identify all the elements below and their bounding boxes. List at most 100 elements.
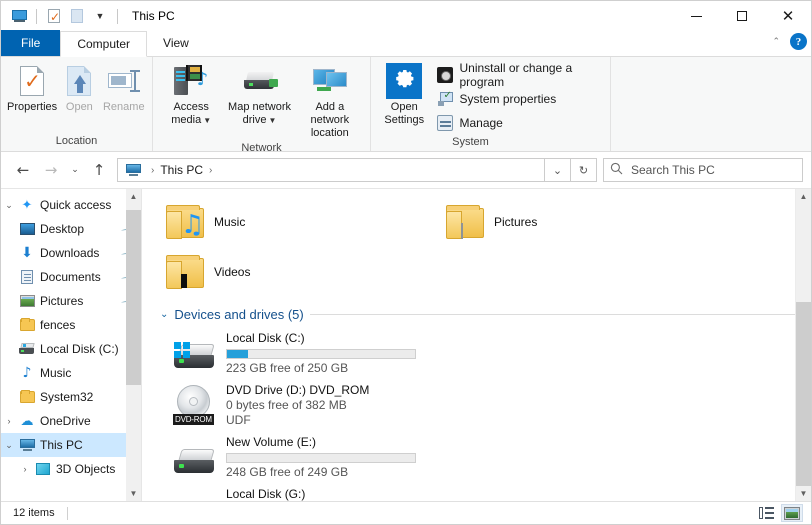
list-item-dvd-drive-d[interactable]: DVD-ROM DVD Drive (D:) DVD_ROM 0 bytes f… — [156, 379, 446, 431]
chevron-down-icon[interactable]: ⌄ — [1, 200, 17, 211]
large-icons-view-button[interactable] — [781, 504, 803, 522]
tab-file[interactable]: File — [1, 30, 61, 56]
nav-tree: ⌄ ✦ Quick access Desktop 📌 ⬇ Downloads 📌 — [1, 189, 141, 481]
hard-drive-icon-e — [172, 437, 218, 477]
back-button[interactable]: ← — [9, 157, 37, 183]
content-scroll-thumb[interactable] — [796, 302, 811, 486]
sidebar-label-system32: System32 — [40, 390, 94, 404]
ribbon-group-location: ✓ Properties Open Rename Location — [1, 57, 153, 151]
sidebar-scrollbar[interactable]: ▲ ▼ — [126, 189, 141, 501]
list-item-music-folder[interactable]: ♫ Music — [152, 197, 432, 247]
list-item-videos-folder[interactable]: Videos — [152, 247, 432, 297]
properties-doc-icon[interactable]: ✓ — [44, 6, 64, 26]
sidebar-scroll-up-icon[interactable]: ▲ — [126, 189, 141, 204]
videos-folder-icon — [166, 255, 206, 289]
breadcrumb-separator-2[interactable]: › — [203, 165, 218, 176]
content-scroll-track[interactable] — [796, 204, 811, 486]
sidebar-item-quick-access[interactable]: ⌄ ✦ Quick access — [1, 193, 141, 217]
list-item-local-disk-c[interactable]: Local Disk (C:) 223 GB free of 250 GB — [156, 327, 446, 379]
devices-and-drives-label: Devices and drives (5) — [174, 306, 304, 322]
drive-name-c: Local Disk (C:) — [226, 330, 305, 345]
ribbon: ✓ Properties Open Rename Location ♪ Acce… — [1, 57, 811, 154]
list-item-pictures-folder[interactable]: Pictures — [432, 197, 712, 247]
new-folder-icon[interactable] — [67, 6, 87, 26]
drive-free-e: 248 GB free of 249 GB — [226, 464, 349, 479]
hard-drive-icon-g — [172, 489, 218, 501]
sidebar-item-pictures[interactable]: Pictures 📌 — [1, 289, 141, 313]
breadcrumb[interactable]: › This PC › — [117, 158, 545, 182]
breadcrumb-this-pc[interactable]: This PC — [160, 163, 203, 177]
ribbon-group-label-location: Location — [55, 135, 98, 147]
uninstall-or-change-program-button[interactable]: Uninstall or change a program — [433, 61, 604, 89]
rename-button[interactable]: Rename — [102, 61, 146, 114]
pictures-folder-icon — [446, 205, 486, 239]
sidebar-item-local-disk-c[interactable]: Local Disk (C:) — [1, 337, 141, 361]
customize-caret-icon[interactable]: ▼ — [90, 6, 110, 26]
sidebar-item-documents[interactable]: Documents 📌 — [1, 265, 141, 289]
sidebar-item-3d-objects[interactable]: › 3D Objects — [1, 457, 141, 481]
list-item-local-disk-g[interactable]: Local Disk (G:) 249 GB free of 250 GB — [156, 483, 446, 501]
sidebar-item-fences[interactable]: fences — [1, 313, 141, 337]
list-item-new-volume-e[interactable]: New Volume (E:) 248 GB free of 249 GB — [156, 431, 446, 483]
chevron-down-icon-group[interactable]: ⌄ — [160, 309, 168, 320]
sidebar-item-system32[interactable]: System32 — [1, 385, 141, 409]
system-properties-button[interactable]: ✓ System properties — [433, 88, 604, 110]
address-dropdown-button[interactable]: ⌄ — [545, 158, 571, 182]
maximize-button[interactable] — [719, 1, 765, 31]
recent-locations-button[interactable]: ⌄ — [65, 157, 85, 183]
content-scrollbar[interactable]: ▲ ▼ — [795, 189, 811, 501]
help-icon[interactable]: ? — [790, 33, 807, 50]
devices-and-drives-header[interactable]: ⌄ Devices and drives (5) — [160, 303, 811, 325]
content-scroll-up-icon[interactable]: ▲ — [796, 189, 811, 204]
file-explorer-window: ✓ ▼ This PC ✕ File Computer View ⌃ ? ✓ P… — [0, 0, 812, 525]
this-pc-icon-2 — [17, 439, 37, 451]
up-button[interactable]: ↑ — [85, 157, 113, 183]
drive-name-e: New Volume (E:) — [226, 434, 317, 449]
pictures-folder-label: Pictures — [494, 215, 538, 229]
file-list-pane: ♫ Music Pictures Videos ⌄ Devices and dr… — [142, 189, 811, 501]
sidebar-scroll-track[interactable] — [126, 204, 141, 486]
monitor-icon[interactable] — [9, 6, 29, 26]
refresh-button[interactable]: ↻ — [571, 158, 597, 182]
sidebar-scroll-down-icon[interactable]: ▼ — [126, 486, 141, 501]
add-network-location-button[interactable]: Add a network location — [296, 61, 364, 140]
minimize-button[interactable] — [673, 1, 719, 31]
sidebar-item-desktop[interactable]: Desktop 📌 — [1, 217, 141, 241]
sidebar-item-this-pc[interactable]: ⌄ This PC — [1, 433, 141, 457]
access-media-button[interactable]: ♪ Access media ▼ — [159, 61, 223, 127]
manage-button[interactable]: Manage — [433, 112, 604, 134]
chevron-down-icon-2[interactable]: ⌄ — [1, 440, 17, 451]
downloads-icon: ⬇ — [21, 245, 33, 261]
search-input[interactable]: Search This PC — [603, 158, 803, 182]
search-icon — [610, 162, 623, 178]
open-settings-button[interactable]: Open Settings — [381, 61, 427, 127]
sidebar-label-fences: fences — [40, 318, 76, 332]
details-view-button[interactable] — [755, 504, 777, 522]
search-placeholder: Search This PC — [631, 163, 715, 177]
content-scroll-down-icon[interactable]: ▼ — [796, 486, 811, 501]
tab-computer[interactable]: Computer — [60, 31, 148, 57]
videos-folder-label: Videos — [214, 265, 251, 279]
close-button[interactable]: ✕ — [765, 1, 811, 31]
address-bar: ← → ⌄ ↑ › This PC › ⌄ ↻ Search This PC — [1, 152, 811, 188]
sidebar-scroll-thumb[interactable] — [126, 210, 141, 385]
sidebar-item-music[interactable]: ♪ Music — [1, 361, 141, 385]
drive-info-g: Local Disk (G:) 249 GB free of 250 GB — [226, 487, 446, 502]
drive-info-e: New Volume (E:) 248 GB free of 249 GB — [226, 435, 446, 480]
sidebar-item-onedrive[interactable]: › ☁ OneDrive — [1, 409, 141, 433]
windows-drive-icon — [172, 333, 218, 373]
sidebar-item-downloads[interactable]: ⬇ Downloads 📌 — [1, 241, 141, 265]
chevron-right-icon[interactable]: › — [1, 416, 17, 426]
view-mode-buttons — [755, 504, 803, 522]
map-network-drive-button[interactable]: Map network drive ▼ — [223, 61, 295, 127]
group-header-rule — [309, 313, 797, 315]
properties-button[interactable]: ✓ Properties — [7, 61, 57, 114]
drive-info-d: DVD Drive (D:) DVD_ROM 0 bytes free of 3… — [226, 383, 446, 428]
collapse-ribbon-icon[interactable]: ⌃ — [768, 34, 784, 49]
chevron-down-icon: ▼ — [203, 116, 212, 125]
tab-view[interactable]: View — [147, 30, 205, 56]
open-label: Open — [65, 101, 93, 113]
forward-button[interactable]: → — [37, 157, 65, 183]
chevron-right-icon-2[interactable]: › — [17, 464, 33, 474]
open-button[interactable]: Open — [57, 61, 101, 114]
